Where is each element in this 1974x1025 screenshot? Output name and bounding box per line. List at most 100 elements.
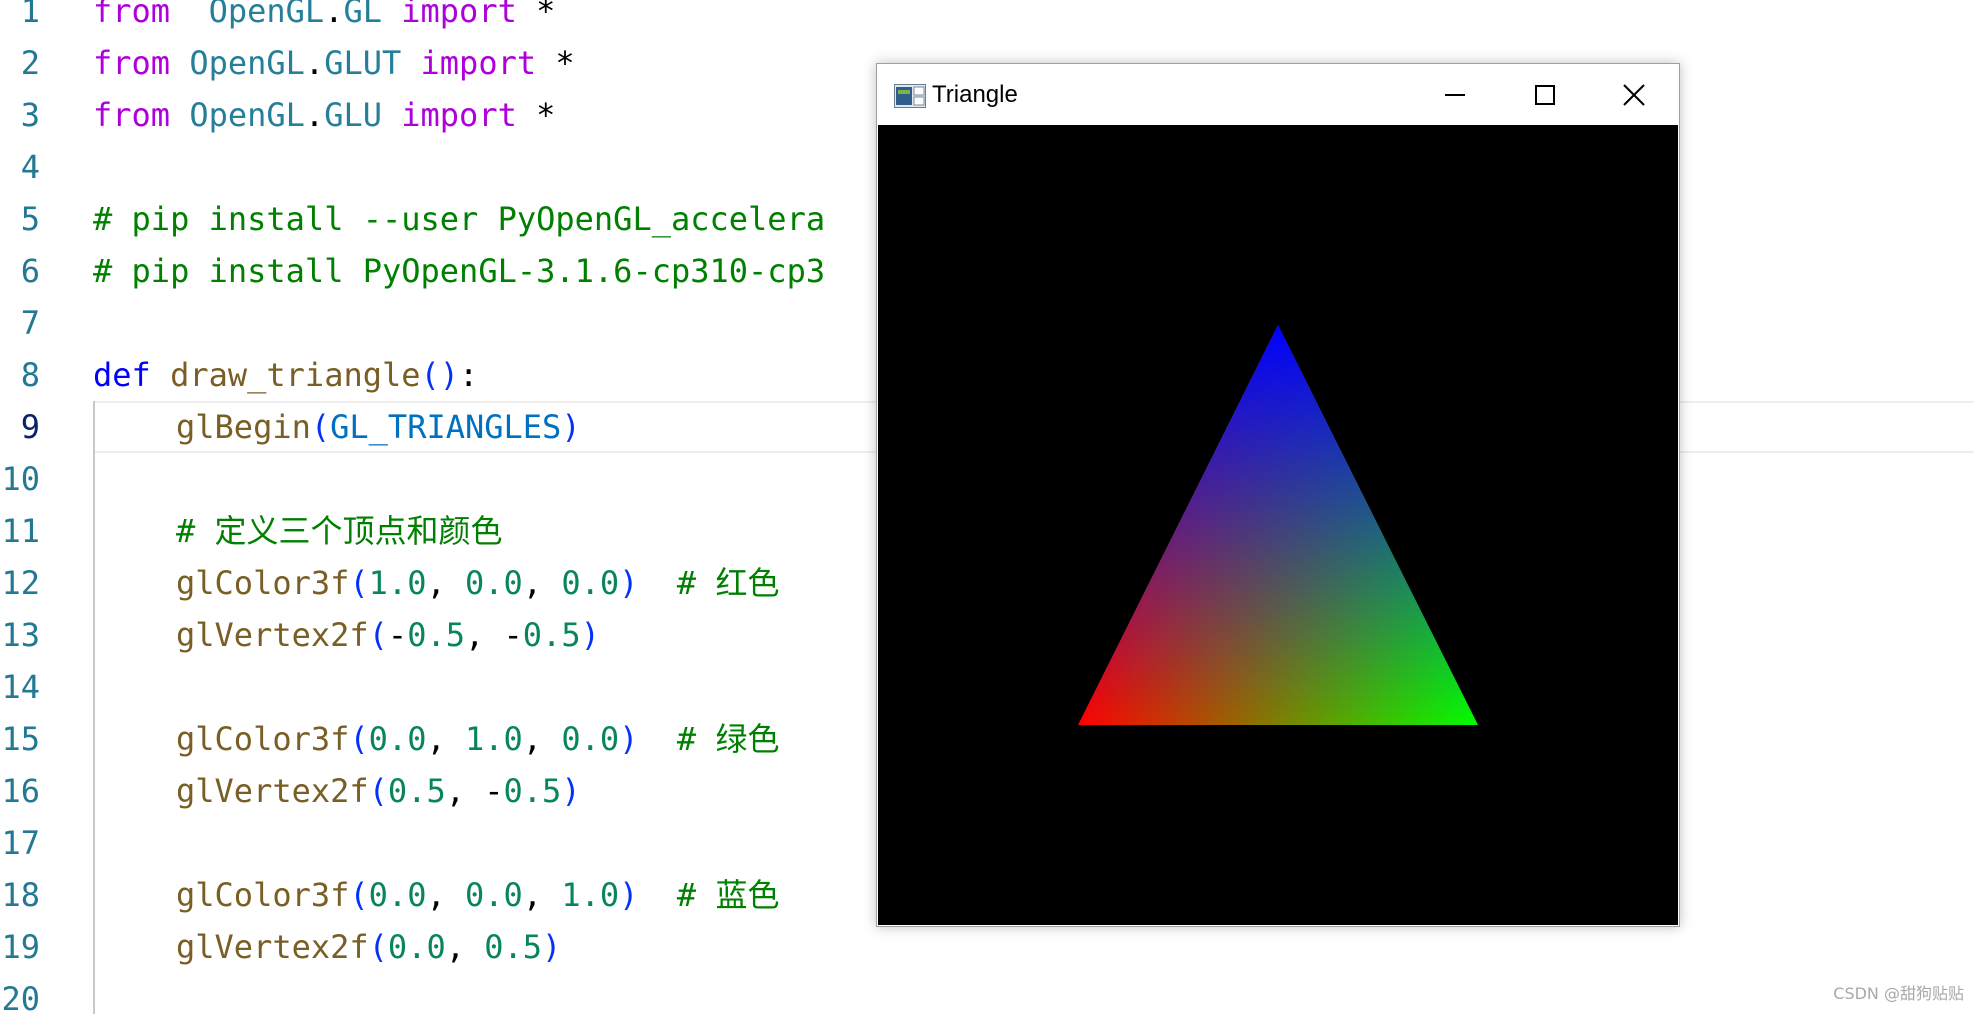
minimize-button[interactable]	[1411, 64, 1499, 125]
code-token: :	[459, 356, 479, 394]
code-token: GL	[343, 0, 382, 30]
watermark: CSDN @甜狗贴贴	[1833, 984, 1964, 1003]
code-token: glVertex2f	[176, 928, 369, 966]
code-token: #	[676, 876, 716, 914]
code-token: , -	[445, 772, 504, 810]
code-token: from	[93, 44, 171, 82]
code-token: (	[349, 876, 369, 914]
code-text: # pip install PyOpenGL-3.1.6-cp310-cp3	[93, 245, 825, 297]
code-token: glBegin	[176, 408, 311, 446]
line-number: 10	[1, 460, 40, 498]
line-number: 16	[1, 772, 40, 810]
line-number: 13	[1, 616, 40, 654]
code-token: )	[561, 408, 581, 446]
code-token: GL_TRIANGLES	[330, 408, 562, 446]
code-token: ,	[522, 720, 562, 758]
code-token: (	[368, 616, 388, 654]
code-token: 1.0	[561, 876, 620, 914]
code-token: 0.5	[503, 772, 562, 810]
code-token: (	[368, 772, 388, 810]
code-token: GLU	[324, 96, 382, 134]
code-token: .	[304, 44, 325, 82]
code-token: def	[93, 356, 151, 394]
code-token: ,	[426, 720, 465, 758]
line-number: 8	[20, 356, 40, 394]
code-token: )	[619, 876, 639, 914]
line-number: 6	[20, 252, 40, 290]
code-token: 0.0	[561, 720, 620, 758]
code-token: 0.0	[387, 928, 446, 966]
code-token: 0.0	[464, 564, 523, 602]
code-text: glColor3f(1.0, 0.0, 0.0) # 红色	[176, 557, 779, 609]
code-token: )	[580, 616, 600, 654]
code-text: glColor3f(0.0, 1.0, 0.0) # 绿色	[176, 713, 779, 765]
triangle-window[interactable]: Triangle	[876, 63, 1680, 927]
code-line[interactable]: 1 from OpenGL.GL import *	[0, 0, 1974, 37]
line-number: 4	[20, 148, 40, 186]
code-token: 0.5	[484, 928, 543, 966]
code-token: 0.0	[368, 876, 427, 914]
line-number: 12	[1, 564, 40, 602]
line-number: 2	[20, 44, 40, 82]
code-text: from OpenGL.GLUT import *	[93, 37, 575, 89]
code-token: 0.5	[387, 772, 446, 810]
code-token: OpenGL	[189, 96, 305, 134]
code-token: glColor3f	[176, 564, 350, 602]
line-number: 7	[20, 304, 40, 342]
maximize-button[interactable]	[1501, 64, 1589, 125]
code-token: from	[93, 0, 171, 30]
code-token: #	[676, 564, 716, 602]
code-token: # pip install --user PyOpenGL_accelera	[93, 200, 826, 238]
code-token: import	[401, 0, 517, 30]
code-token: 0.5	[407, 616, 465, 654]
code-token: 1.0	[368, 564, 427, 602]
code-token: import	[401, 96, 517, 134]
code-text: glVertex2f(0.0, 0.5)	[176, 921, 561, 973]
maximize-icon	[1535, 84, 1555, 105]
close-button[interactable]	[1590, 64, 1678, 125]
code-token: glVertex2f	[176, 616, 369, 654]
code-text: from OpenGL.GL import *	[93, 0, 555, 37]
code-line[interactable]: 19 glVertex2f(0.0, 0.5)	[0, 921, 1974, 973]
code-token: )	[561, 772, 581, 810]
code-token: glColor3f	[176, 720, 350, 758]
code-token: -	[387, 616, 408, 654]
code-token: 定义三个顶点和颜色	[214, 512, 503, 550]
code-token: OpenGL	[208, 0, 325, 30]
code-token: (	[368, 928, 388, 966]
window-titlebar[interactable]: Triangle	[877, 64, 1679, 125]
code-token: # pip install PyOpenGL-3.1.6-cp310-cp3	[93, 252, 826, 290]
code-token: *	[516, 0, 556, 30]
line-number: 5	[20, 200, 40, 238]
code-token: from	[93, 96, 171, 134]
code-text: # 定义三个顶点和颜色	[176, 505, 503, 557]
triangle-drawing	[1078, 325, 1478, 725]
line-number: 20	[1, 980, 40, 1018]
code-token: import	[420, 44, 537, 82]
code-token: (	[349, 720, 369, 758]
code-text: def draw_triangle():	[93, 349, 478, 401]
code-token: ,	[522, 876, 562, 914]
code-token: *	[516, 96, 556, 134]
code-token: #	[176, 512, 215, 550]
window-title: Triangle	[932, 81, 1018, 108]
code-text: from OpenGL.GLU import *	[93, 89, 555, 141]
line-number: 17	[1, 824, 40, 862]
code-token: OpenGL	[189, 44, 305, 82]
code-token: (	[349, 564, 369, 602]
code-token: ()	[420, 356, 460, 394]
code-line[interactable]: 20	[0, 973, 1974, 1025]
code-token: ,	[426, 876, 465, 914]
code-token: #	[676, 720, 716, 758]
code-text: glVertex2f(0.5, -0.5)	[176, 765, 581, 817]
opengl-canvas[interactable]	[878, 125, 1678, 925]
code-token: 0.0	[561, 564, 620, 602]
